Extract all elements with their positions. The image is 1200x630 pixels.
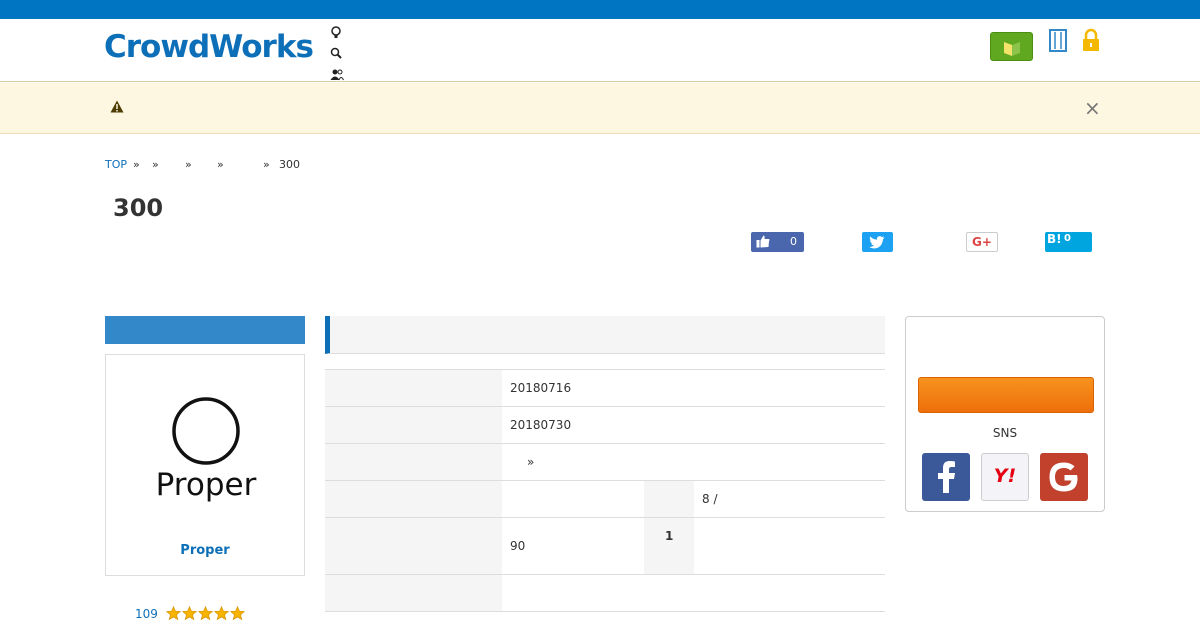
global-nav [330, 22, 347, 85]
crowdworks-logo[interactable]: CrowdWorks [104, 29, 314, 65]
job-details-table: 20180716 20180730 » 8 / 90 1 [325, 369, 885, 611]
row-label-cell [644, 481, 694, 517]
users-icon [330, 69, 344, 81]
posted-date-value: 20180716 [510, 381, 572, 395]
top-bar [0, 0, 1200, 19]
hires-label: 1 [665, 529, 674, 543]
star-icon [181, 606, 197, 621]
table-row: » [325, 443, 885, 480]
warning-icon [110, 100, 124, 113]
facebook-like-button[interactable]: 0 [751, 232, 804, 252]
twitter-share-button[interactable] [862, 232, 893, 252]
hatena-icon: B! [1047, 232, 1062, 246]
google-login-button[interactable] [1040, 453, 1088, 501]
table-row [325, 574, 885, 611]
table-row: 90 1 [325, 517, 885, 574]
rating-stars [165, 606, 246, 621]
divider [325, 611, 885, 612]
star-icon [229, 606, 245, 621]
breadcrumb-separator: » [133, 158, 140, 171]
row-label-cell [325, 370, 502, 406]
breadcrumb-current: 300 [279, 158, 300, 171]
site-header: CrowdWorks [0, 19, 1200, 82]
row-label-cell [644, 518, 694, 574]
hatena-bookmark-button[interactable]: B! 0 [1045, 232, 1092, 252]
close-icon[interactable]: × [1084, 96, 1101, 120]
apply-button[interactable] [918, 377, 1094, 413]
facebook-icon [938, 461, 955, 493]
breadcrumb-top-link[interactable]: TOP [105, 158, 127, 171]
google-plus-share-button[interactable]: G+ [966, 232, 998, 252]
star-icon [213, 606, 229, 621]
star-icon [197, 606, 213, 621]
alert-banner: × [0, 83, 1200, 134]
star-icon [165, 606, 181, 621]
client-card: Proper Proper [105, 354, 305, 576]
lightbulb-icon [331, 26, 341, 38]
table-row: 8 / [325, 480, 885, 517]
breadcrumb-separator: » [185, 158, 192, 171]
category-link[interactable]: » [527, 455, 534, 469]
nav-item-ideas[interactable] [330, 22, 347, 43]
header-icons [1048, 28, 1101, 56]
building-icon[interactable] [1048, 28, 1068, 52]
beginner-mark-icon [1004, 42, 1020, 56]
deadline-value: 20180730 [510, 418, 572, 432]
lock-icon[interactable] [1081, 28, 1101, 52]
row-label-cell [325, 518, 502, 574]
facebook-like-count: 0 [790, 235, 797, 248]
budget-value: 90 [510, 539, 526, 553]
breadcrumb-separator: » [217, 158, 224, 171]
hatena-count: 0 [1064, 233, 1071, 244]
nav-item-users[interactable] [330, 64, 347, 85]
breadcrumb-separator: » [263, 158, 270, 171]
row-label-cell [325, 444, 502, 480]
beginner-button[interactable] [990, 32, 1033, 61]
breadcrumb-separator: » [152, 158, 159, 171]
thumbs-up-icon [756, 235, 770, 248]
table-row: 20180716 [325, 369, 885, 406]
row-label-cell [325, 575, 502, 611]
client-logo[interactable]: Proper [146, 395, 266, 505]
twitter-bird-icon [869, 236, 885, 249]
job-details-header [325, 316, 885, 354]
client-rating[interactable]: 109 [135, 606, 246, 621]
nav-item-search[interactable] [330, 43, 347, 64]
client-logo-text: Proper [156, 467, 257, 503]
page-title: 300 [113, 194, 164, 222]
sns-login-label: SNS [992, 426, 1018, 440]
facebook-login-button[interactable] [922, 453, 970, 501]
rating-count: 109 [135, 606, 158, 621]
table-row: 20180730 [325, 406, 885, 443]
client-section-header [105, 316, 305, 344]
applicants-value: 8 / [702, 492, 718, 506]
row-label-cell [325, 481, 502, 517]
search-icon [330, 47, 342, 59]
google-icon [1049, 462, 1078, 492]
yahoo-login-button[interactable]: Y! [981, 453, 1029, 501]
row-label-cell [325, 407, 502, 443]
apply-box: SNS Y! [905, 316, 1105, 512]
client-name-link[interactable]: Proper [106, 543, 304, 558]
